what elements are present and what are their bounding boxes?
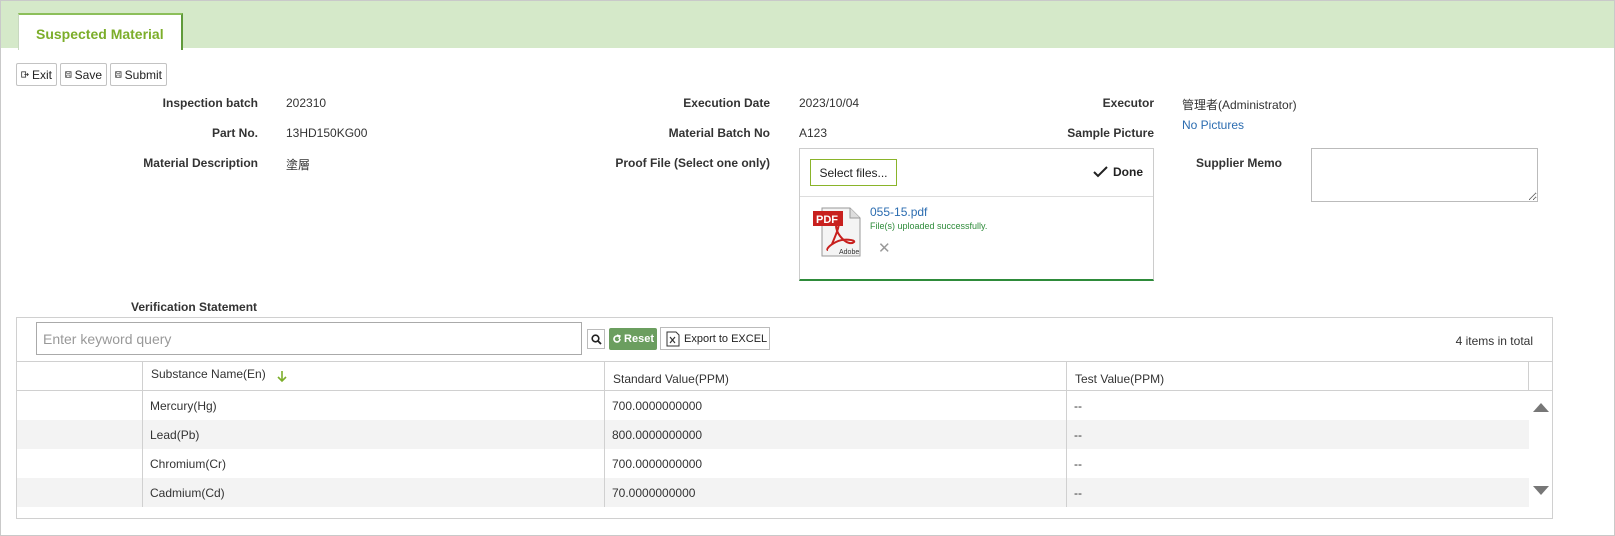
exit-label: Exit	[31, 67, 52, 82]
reset-button[interactable]: Reset	[609, 328, 657, 350]
execution-date-label: Execution Date	[683, 96, 770, 110]
no-pictures-link[interactable]: No Pictures	[1182, 118, 1244, 132]
table-row[interactable]: Lead(Pb) 800.0000000000 --	[17, 420, 1529, 449]
search-button[interactable]	[587, 329, 605, 349]
check-icon	[1093, 166, 1108, 178]
cell-standard: 70.0000000000	[612, 485, 696, 500]
upload-header: Select files... Done	[800, 149, 1153, 197]
execution-date-value: 2023/10/04	[799, 96, 860, 110]
submit-button[interactable]: Submit	[110, 63, 167, 86]
cell-substance: Cadmium(Cd)	[150, 485, 225, 500]
cell-substance: Lead(Pb)	[150, 427, 200, 442]
submit-label: Submit	[124, 67, 162, 82]
total-count: 4 items in total	[1455, 334, 1533, 348]
done-label: Done	[1113, 165, 1143, 179]
executor-label: Executor	[1102, 96, 1154, 110]
cell-substance: Chromium(Cr)	[150, 456, 226, 471]
sample-picture-label: Sample Picture	[1067, 126, 1154, 140]
export-excel-button[interactable]: Export to EXCEL	[660, 327, 770, 350]
reset-label: Reset	[624, 333, 654, 345]
inspection-batch-label: Inspection batch	[162, 96, 258, 110]
column-header-test[interactable]: Test Value(PPM)	[1066, 362, 1529, 391]
cell-test: --	[1074, 485, 1082, 500]
column-substance-label: Substance Name(En)	[151, 367, 266, 381]
uploaded-file-link[interactable]: 055-15.pdf	[870, 205, 927, 219]
scroll-up-icon[interactable]	[1533, 403, 1549, 412]
column-header-standard[interactable]: Standard Value(PPM)	[604, 362, 1066, 391]
upload-status-text: File(s) uploaded successfully.	[870, 221, 988, 231]
tab-suspected-material[interactable]: Suspected Material	[18, 13, 183, 50]
pdf-file-icon: PDF Adobe	[813, 207, 861, 257]
material-description-value: 塗層	[286, 158, 311, 172]
verification-statement-label: Verification Statement	[131, 300, 258, 314]
column-standard-label: Standard Value(PPM)	[613, 372, 729, 386]
table-row[interactable]: Chromium(Cr) 700.0000000000 --	[17, 449, 1529, 478]
proof-file-label: Proof File (Select one only)	[615, 156, 770, 170]
svg-text:Adobe: Adobe	[839, 249, 859, 256]
svg-text:PDF: PDF	[816, 214, 838, 226]
table-row[interactable]: Cadmium(Cd) 70.0000000000 --	[17, 478, 1529, 507]
reset-icon	[613, 334, 621, 343]
save-label: Save	[74, 67, 102, 82]
material-description-label: Material Description	[143, 156, 258, 170]
table-header: Substance Name(En) Standard Value(PPM) T…	[17, 361, 1552, 391]
cell-standard: 700.0000000000	[612, 456, 703, 471]
sort-down-icon	[277, 371, 287, 383]
exit-button[interactable]: Exit	[16, 63, 57, 86]
material-batch-value: A123	[799, 126, 828, 140]
cell-substance: Mercury(Hg)	[150, 398, 217, 413]
upload-done-status: Done	[1093, 165, 1143, 179]
supplier-memo-field[interactable]	[1311, 148, 1538, 202]
save-icon	[65, 71, 72, 78]
tab-label: Suspected Material	[36, 26, 164, 42]
supplier-memo-label: Supplier Memo	[1195, 156, 1282, 170]
part-no-value: 13HD150KG00	[286, 126, 368, 140]
material-batch-label: Material Batch No	[668, 126, 770, 140]
tab-bar: Suspected Material	[1, 1, 1614, 50]
column-test-label: Test Value(PPM)	[1075, 372, 1165, 386]
table-row[interactable]: Mercury(Hg) 700.0000000000 --	[17, 391, 1529, 420]
remove-file-icon[interactable]: ✕	[878, 239, 891, 257]
cell-test: --	[1074, 398, 1082, 413]
cell-standard: 700.0000000000	[612, 398, 703, 413]
keyword-search-input[interactable]: Enter keyword query	[36, 322, 582, 355]
part-no-label: Part No.	[211, 126, 258, 140]
verification-grid: Enter keyword query Reset Export to EXCE…	[16, 317, 1553, 519]
file-upload: Select files... Done PDF Adobe 055-15.pd…	[799, 148, 1154, 281]
select-files-button[interactable]: Select files...	[810, 159, 897, 186]
cell-test: --	[1074, 427, 1082, 442]
column-header-substance[interactable]: Substance Name(En)	[142, 362, 604, 391]
vertical-scrollbar[interactable]	[1529, 391, 1552, 519]
export-label: Export to EXCEL	[684, 332, 768, 345]
scroll-down-icon[interactable]	[1533, 486, 1549, 495]
search-icon	[590, 333, 602, 345]
cell-standard: 800.0000000000	[612, 427, 703, 442]
exit-icon	[21, 71, 29, 78]
excel-icon	[666, 331, 680, 346]
cell-test: --	[1074, 456, 1082, 471]
save-button[interactable]: Save	[60, 63, 107, 86]
inspection-batch-value: 202310	[286, 96, 327, 110]
submit-icon	[115, 71, 122, 78]
executor-value: 管理者(Administrator)	[1182, 98, 1297, 112]
